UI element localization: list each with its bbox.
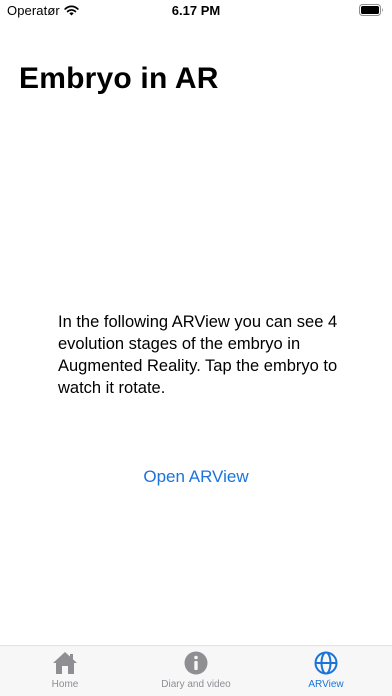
- house-icon: [53, 652, 77, 674]
- globe-icon: [314, 651, 338, 675]
- status-time: 6.17 PM: [171, 3, 221, 18]
- tab-home[interactable]: Home: [10, 650, 120, 694]
- page-title: Embryo in AR: [19, 62, 219, 95]
- status-bar: Operatør 6.17 PM: [0, 0, 392, 22]
- tab-arview[interactable]: ARView: [271, 650, 381, 694]
- tab-home-label: Home: [51, 679, 79, 690]
- tab-bar: Home Diary and video ARView: [0, 645, 392, 696]
- ar-description: In the following ARView you can see 4 ev…: [58, 313, 338, 397]
- battery-icon: [359, 4, 384, 19]
- tab-diary-label: Diary and video: [161, 679, 231, 690]
- open-arview-button[interactable]: Open ARView: [0, 467, 392, 487]
- tab-diary-and-video[interactable]: Diary and video: [141, 650, 251, 694]
- tab-arview-label: ARView: [308, 679, 344, 690]
- info-circle-icon: [184, 651, 208, 675]
